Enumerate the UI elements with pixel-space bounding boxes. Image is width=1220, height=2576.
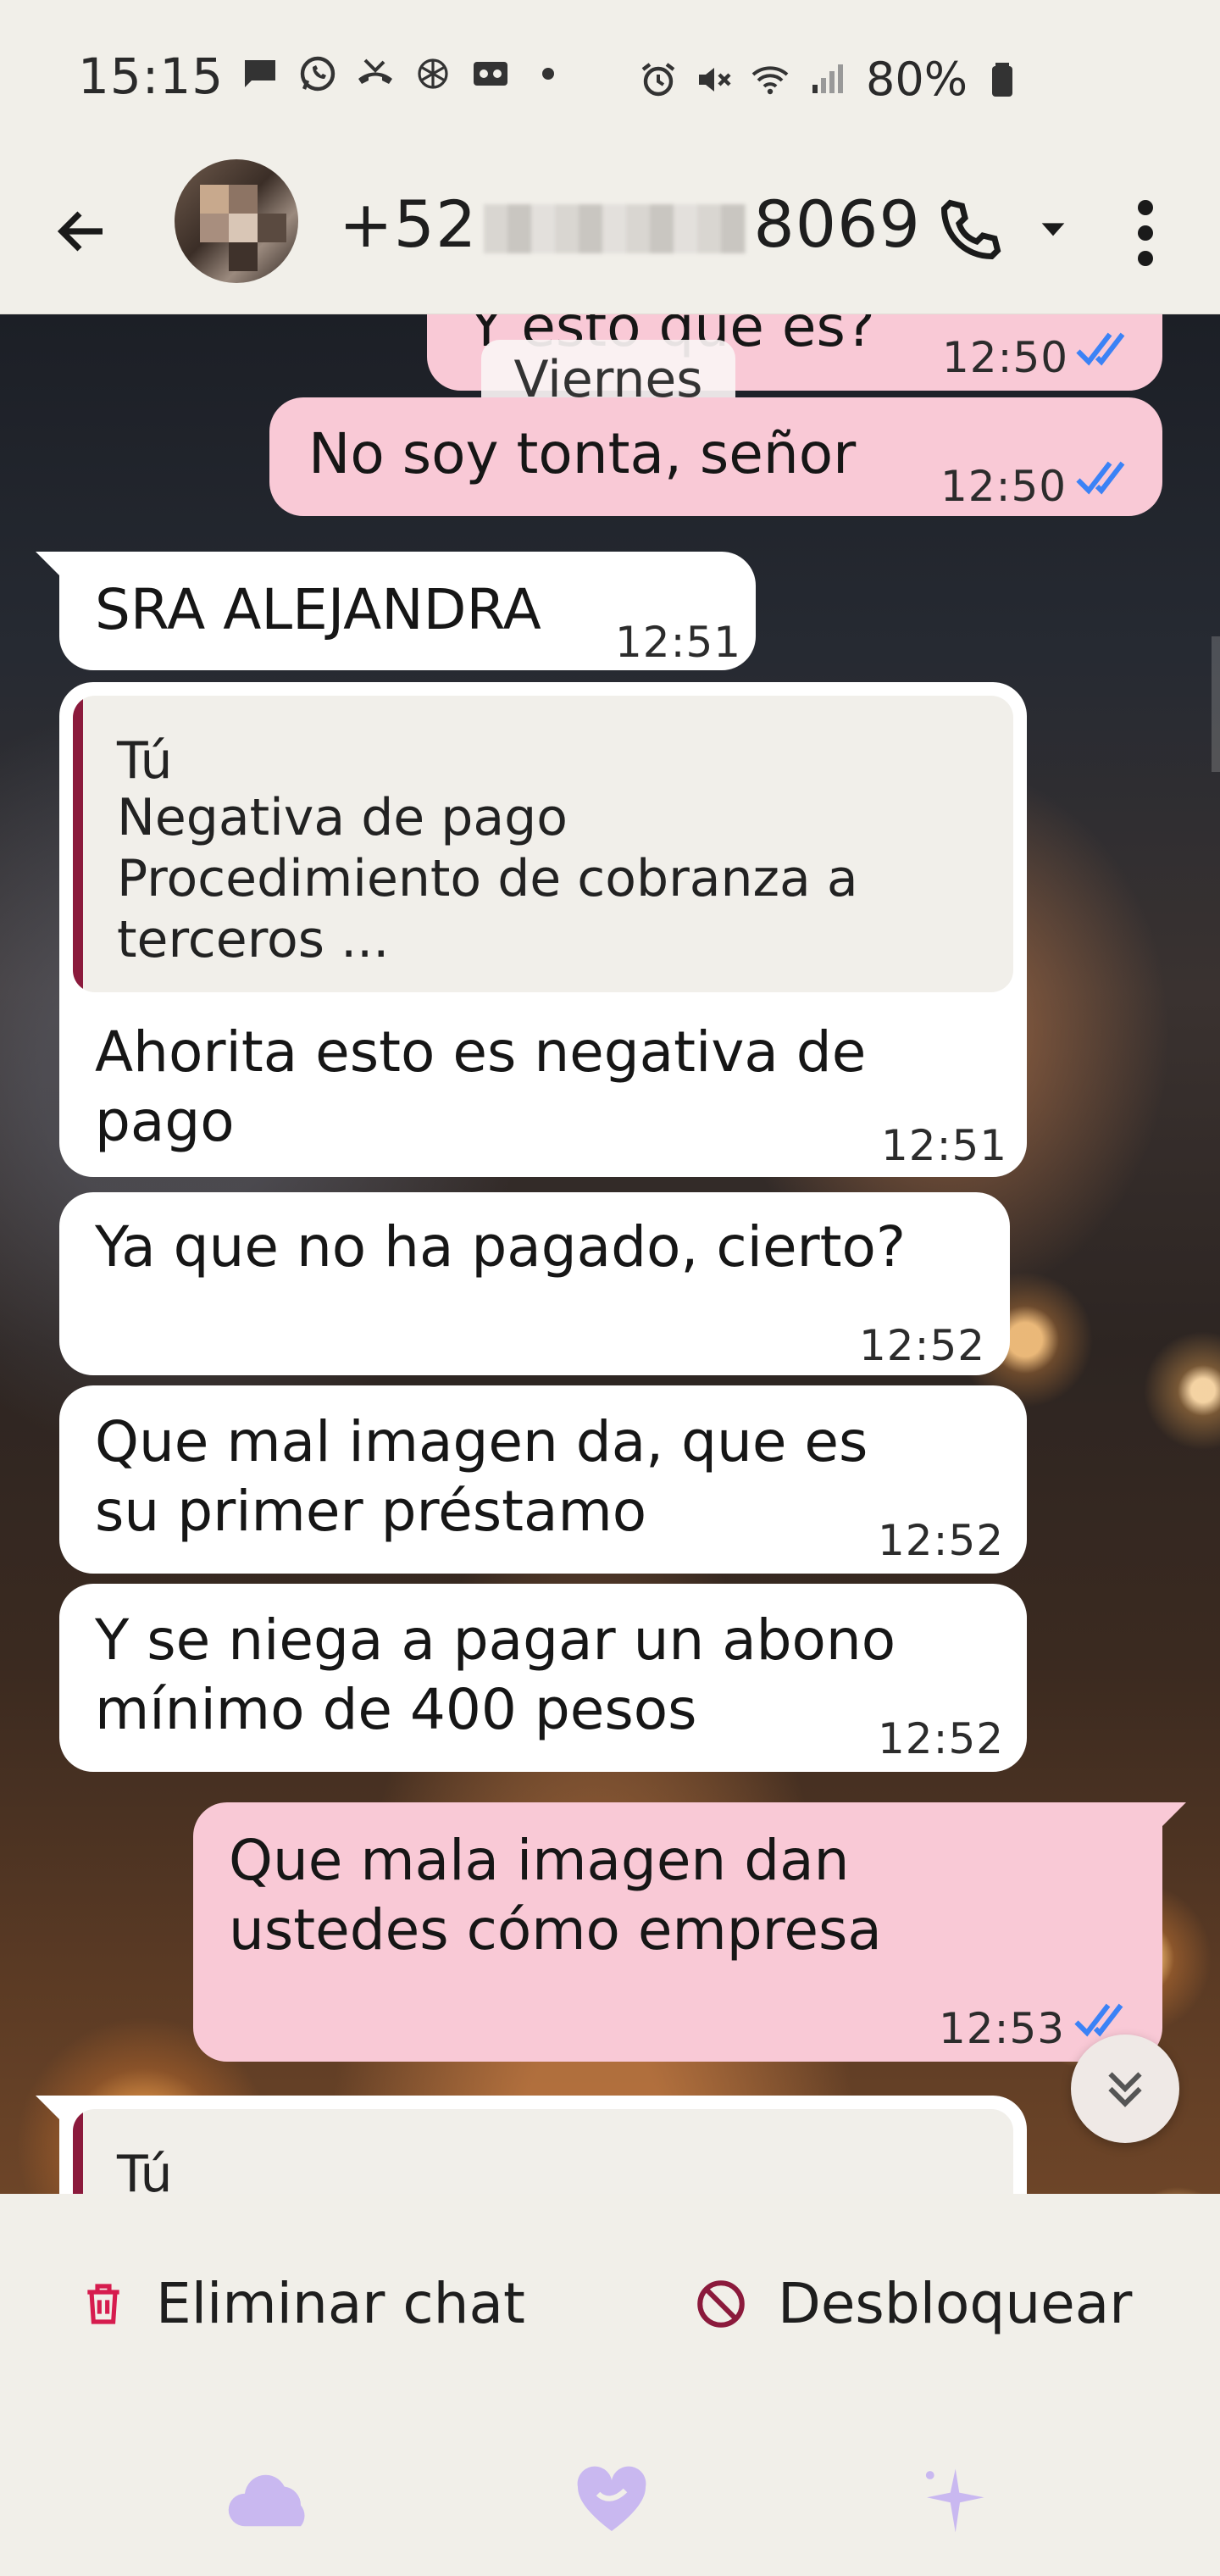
message-line: pago bbox=[95, 1089, 235, 1154]
nav-button-right[interactable] bbox=[901, 2454, 1003, 2547]
message-line: Ahorita esto es negativa de bbox=[95, 1019, 867, 1085]
nav-button-left[interactable] bbox=[222, 2454, 324, 2547]
message-time: 12:51 bbox=[881, 1121, 1008, 1170]
message-time: 12:50 bbox=[940, 462, 1068, 511]
message-line: Y se niega a pagar un abono bbox=[95, 1607, 896, 1673]
message-line: Que mala imagen dan bbox=[229, 1828, 850, 1893]
sparkle-icon bbox=[925, 2468, 984, 2533]
battery-icon bbox=[981, 58, 1023, 101]
message-text: Que mala imagen dan ustedes cómo empresa bbox=[229, 1826, 882, 1965]
message-text: Ya que no ha pagado, cierto? bbox=[95, 1214, 906, 1280]
message-text: Que mal imagen da, que es su primer prés… bbox=[95, 1407, 868, 1546]
block-icon bbox=[697, 2279, 745, 2328]
status-bar: 15:15 80% bbox=[0, 0, 1220, 153]
notification-icons bbox=[239, 53, 569, 95]
contact-suffix: 8069 bbox=[753, 186, 921, 262]
quoted-message[interactable]: Tú Negativa de pago Procedimiento de cob… bbox=[73, 696, 1013, 992]
delete-chat-label: Eliminar chat bbox=[156, 2271, 525, 2336]
arrow-left-icon bbox=[57, 211, 103, 252]
back-button[interactable] bbox=[44, 193, 120, 269]
scroll-to-bottom-button[interactable] bbox=[1071, 2035, 1179, 2143]
read-ticks-icon bbox=[1076, 461, 1125, 495]
message-time: 12:50 bbox=[942, 333, 1069, 382]
chat-area[interactable]: Y esto qué es? 12:50 Viernes No soy tont… bbox=[0, 314, 1220, 2194]
quote-bar bbox=[73, 2109, 83, 2194]
chat-header: +52 8069 bbox=[0, 153, 1220, 314]
wifi-icon bbox=[749, 58, 791, 101]
delete-chat-button[interactable]: Eliminar chat bbox=[80, 2271, 525, 2336]
quoted-message[interactable]: Tú bbox=[73, 2109, 1013, 2194]
quote-author: Tú bbox=[117, 2145, 173, 2194]
message-bubble[interactable]: Que mala imagen dan ustedes cómo empresa… bbox=[193, 1802, 1186, 2062]
message-time: 12:51 bbox=[615, 618, 742, 667]
blocked-contact-bar: Eliminar chat Desbloquear bbox=[0, 2195, 1220, 2423]
more-options-button[interactable] bbox=[1120, 186, 1171, 280]
phone-icon bbox=[940, 199, 1001, 260]
message-bubble[interactable]: SRA ALEJANDRA 12:51 bbox=[36, 552, 756, 670]
message-bubble[interactable]: Y se niega a pagar un abono mínimo de 40… bbox=[59, 1584, 1027, 1772]
mute-icon bbox=[693, 58, 735, 101]
call-options-button[interactable] bbox=[1032, 203, 1074, 254]
message-time: 12:53 bbox=[939, 2004, 1066, 2053]
message-bubble[interactable]: Que mal imagen da, que es su primer prés… bbox=[59, 1385, 1027, 1574]
missed-call-icon bbox=[354, 53, 396, 95]
unblock-label: Desbloquear bbox=[778, 2271, 1133, 2336]
navigation-bar bbox=[0, 2423, 1220, 2576]
quote-bar bbox=[73, 696, 83, 992]
message-text: Y se niega a pagar un abono mínimo de 40… bbox=[95, 1606, 896, 1745]
message-line: mínimo de 400 pesos bbox=[95, 1677, 697, 1742]
message-bubble[interactable]: Tú bbox=[36, 2096, 1027, 2194]
message-time: 12:52 bbox=[878, 1714, 1005, 1763]
message-text: Ahorita esto es negativa de pago bbox=[95, 1018, 866, 1157]
whatsapp-icon bbox=[297, 53, 339, 95]
message-time: 12:52 bbox=[859, 1321, 986, 1370]
contact-prefix: +52 bbox=[339, 186, 478, 262]
message-line: su primer préstamo bbox=[95, 1479, 647, 1544]
quote-line: terceros ... bbox=[117, 910, 390, 969]
message-icon bbox=[239, 53, 281, 95]
unblock-button[interactable]: Desbloquear bbox=[693, 2271, 1132, 2336]
message-line: ustedes cómo empresa bbox=[229, 1897, 882, 1963]
system-icons: 80% bbox=[637, 53, 1023, 106]
more-vert-icon bbox=[1138, 200, 1153, 266]
message-time: 12:52 bbox=[878, 1516, 1005, 1565]
quote-author: Tú bbox=[117, 731, 173, 791]
double-chevron-down-icon bbox=[1108, 2072, 1142, 2107]
message-bubble[interactable]: No soy tonta, señor 12:50 bbox=[269, 397, 1162, 516]
message-line: Que mal imagen da, que es bbox=[95, 1409, 868, 1474]
quote-line: Negativa de pago bbox=[117, 788, 568, 847]
dot-icon bbox=[527, 53, 569, 95]
call-button[interactable] bbox=[929, 183, 1013, 276]
contact-name[interactable]: +52 8069 bbox=[339, 186, 921, 262]
avatar[interactable] bbox=[175, 159, 298, 283]
message-bubble[interactable]: Ya que no ha pagado, cierto? 12:52 bbox=[59, 1192, 1010, 1375]
battery-percent: 80% bbox=[866, 53, 968, 106]
message-text: SRA ALEJANDRA bbox=[95, 577, 541, 642]
voicemail-icon bbox=[469, 53, 512, 95]
trash-icon bbox=[87, 2283, 119, 2324]
quote-text: Negativa de pago Procedimiento de cobran… bbox=[117, 787, 858, 970]
alarm-icon bbox=[637, 58, 679, 101]
message-text: No soy tonta, señor bbox=[308, 421, 857, 486]
caret-down-icon bbox=[1041, 223, 1065, 236]
message-bubble[interactable]: Tú Negativa de pago Procedimiento de cob… bbox=[59, 682, 1027, 1177]
scroll-handle[interactable] bbox=[1212, 636, 1220, 772]
cloud-icon bbox=[228, 2474, 305, 2527]
status-time: 15:15 bbox=[78, 47, 225, 105]
nav-button-center[interactable] bbox=[561, 2454, 663, 2547]
redacted-number bbox=[484, 204, 747, 253]
heart-icon bbox=[577, 2466, 646, 2531]
read-ticks-icon bbox=[1076, 332, 1125, 366]
openai-icon bbox=[412, 53, 454, 95]
quote-line: Procedimiento de cobranza a bbox=[117, 849, 858, 908]
signal-icon bbox=[805, 58, 847, 101]
